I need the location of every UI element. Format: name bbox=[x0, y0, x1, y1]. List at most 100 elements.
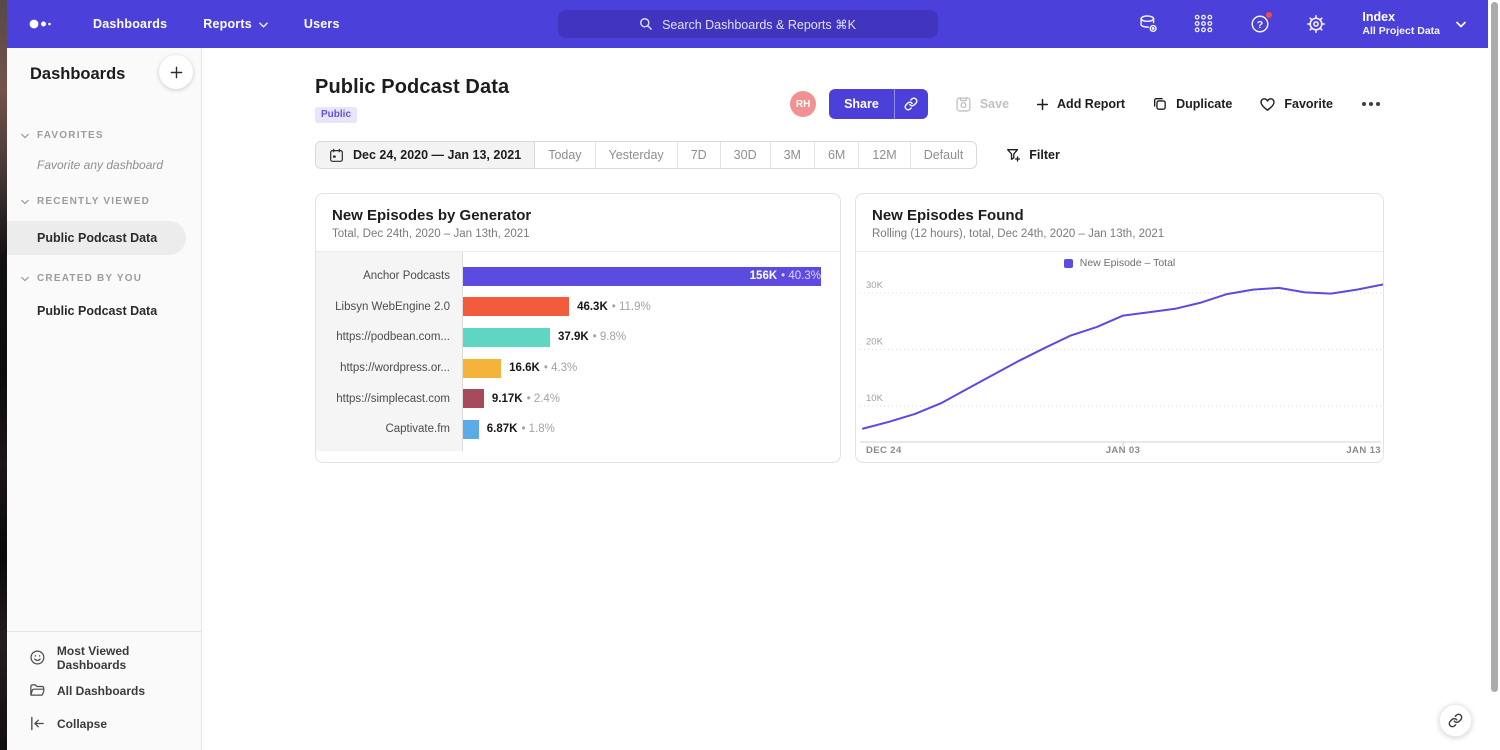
sidebar-footer: Most Viewed Dashboards All Dashboards Co… bbox=[7, 631, 201, 750]
date-range-picker[interactable]: Dec 24, 2020 — Jan 13, 2021 bbox=[316, 142, 535, 168]
bar[interactable] bbox=[463, 328, 550, 347]
nav-item-reports[interactable]: Reports bbox=[203, 17, 268, 31]
save-button[interactable]: Save bbox=[955, 96, 1009, 113]
date-preset-yesterday[interactable]: Yesterday bbox=[596, 142, 678, 168]
workspace-switcher[interactable]: Index All Project Data bbox=[1362, 10, 1466, 39]
line-chart[interactable]: 30K20K10KDEC 24JAN 03JAN 13 bbox=[856, 274, 1383, 460]
calendar-icon bbox=[329, 148, 344, 163]
bar-value-label: 16.6K• 4.3% bbox=[509, 362, 577, 374]
nav-right-cluster: ? Index All Project Data bbox=[1138, 10, 1466, 39]
sidebar-item-public-podcast-data[interactable]: Public Podcast Data bbox=[7, 221, 186, 255]
line-chart-svg[interactable]: 30K20K10KDEC 24JAN 03JAN 13 bbox=[856, 274, 1384, 460]
apps-grid-icon[interactable] bbox=[1194, 14, 1214, 34]
chevron-down-icon bbox=[259, 22, 268, 28]
share-link-button[interactable] bbox=[894, 89, 928, 119]
bar-value-label: 37.9K• 9.8% bbox=[558, 331, 626, 343]
svg-text:30K: 30K bbox=[866, 280, 884, 291]
bar-row: Libsyn WebEngine 2.046.3K• 11.9% bbox=[316, 292, 840, 323]
bar[interactable] bbox=[463, 297, 569, 316]
search-input[interactable]: Search Dashboards & Reports ⌘K bbox=[558, 10, 938, 38]
duplicate-button[interactable]: Duplicate bbox=[1152, 96, 1232, 112]
bar-value-label: 6.87K• 1.8% bbox=[487, 423, 555, 435]
svg-text:DEC 24: DEC 24 bbox=[866, 445, 902, 456]
nav-item-dashboards[interactable]: Dashboards bbox=[93, 17, 167, 31]
share-button-group: Share bbox=[829, 89, 928, 119]
sidebar: Dashboards FAVORITES Favorite any dashbo… bbox=[7, 48, 202, 750]
bar-category-label: https://podbean.com... bbox=[316, 331, 463, 343]
bar-zone: 156K• 40.3% bbox=[463, 267, 840, 286]
card-title: New Episodes by Generator bbox=[332, 207, 824, 224]
add-report-button[interactable]: Add Report bbox=[1036, 97, 1125, 111]
date-preset-12m[interactable]: 12M bbox=[859, 142, 910, 168]
chart-legend: New Episode – Total bbox=[856, 252, 1383, 274]
svg-text:JAN 03: JAN 03 bbox=[1106, 445, 1141, 456]
card-new-episodes-found: New Episodes Found Rolling (12 hours), t… bbox=[855, 193, 1384, 463]
page-actions: RH Share Save Add Report Duplicate bbox=[790, 89, 1382, 119]
search-icon bbox=[639, 17, 653, 31]
app-logo-icon[interactable] bbox=[29, 18, 55, 30]
bar-zone: 6.87K• 1.8% bbox=[463, 420, 840, 439]
settings-icon[interactable] bbox=[1306, 14, 1326, 34]
most-viewed-dashboards-button[interactable]: Most Viewed Dashboards bbox=[7, 641, 201, 674]
nav-item-label: Dashboards bbox=[93, 17, 167, 31]
plus-icon bbox=[1036, 98, 1049, 111]
date-preset-7d[interactable]: 7D bbox=[678, 142, 721, 168]
all-dashboards-button[interactable]: All Dashboards bbox=[7, 674, 201, 707]
notification-dot bbox=[1265, 11, 1273, 19]
bar-row: Captivate.fm 6.87K• 1.8% bbox=[316, 414, 840, 445]
favorite-button[interactable]: Favorite bbox=[1259, 96, 1333, 112]
link-icon bbox=[904, 97, 918, 111]
section-header-favorites[interactable]: FAVORITES bbox=[7, 130, 201, 141]
date-bar: Dec 24, 2020 — Jan 13, 2021 TodayYesterd… bbox=[315, 141, 1488, 169]
public-badge: Public bbox=[315, 107, 357, 123]
nav-item-users[interactable]: Users bbox=[304, 17, 340, 31]
bar-chart[interactable]: Anchor Podcasts156K• 40.3%Libsyn WebEngi… bbox=[316, 252, 840, 463]
share-button[interactable]: Share bbox=[829, 89, 894, 119]
chevron-down-icon bbox=[21, 133, 29, 139]
more-options-button[interactable] bbox=[1360, 98, 1382, 110]
bar-value-label: 156K• 40.3% bbox=[750, 270, 821, 282]
avatar[interactable]: RH bbox=[790, 91, 816, 117]
date-range-group: Dec 24, 2020 — Jan 13, 2021 TodayYesterd… bbox=[315, 141, 977, 169]
date-preset-today[interactable]: Today bbox=[535, 142, 595, 168]
date-preset-30d[interactable]: 30D bbox=[721, 142, 771, 168]
filter-button[interactable]: Filter bbox=[1006, 148, 1060, 163]
date-preset-3m[interactable]: 3M bbox=[771, 142, 815, 168]
section-header-created-by-you[interactable]: CREATED BY YOU bbox=[7, 273, 201, 284]
chevron-down-icon bbox=[1456, 21, 1466, 28]
workspace-name: Index bbox=[1362, 10, 1440, 26]
data-sources-icon[interactable] bbox=[1138, 14, 1158, 34]
bar[interactable] bbox=[463, 389, 484, 408]
date-preset-6m[interactable]: 6M bbox=[815, 142, 859, 168]
bar-value-label: 9.17K• 2.4% bbox=[492, 393, 560, 405]
sidebar-item-public-podcast-data-created[interactable]: Public Podcast Data bbox=[7, 300, 201, 322]
desktop-edge-strip bbox=[0, 0, 7, 750]
bar-category-label: Libsyn WebEngine 2.0 bbox=[316, 301, 463, 313]
bar[interactable] bbox=[463, 359, 501, 378]
date-preset-default[interactable]: Default bbox=[911, 142, 977, 168]
card-subtitle: Total, Dec 24th, 2020 – Jan 13th, 2021 bbox=[332, 228, 824, 240]
date-presets: TodayYesterday7D30D3M6M12MDefault bbox=[535, 142, 976, 168]
bar-zone: 46.3K• 11.9% bbox=[463, 297, 840, 316]
help-icon[interactable]: ? bbox=[1250, 14, 1270, 34]
bar[interactable] bbox=[463, 420, 479, 439]
nav-items: Dashboards Reports Users bbox=[93, 17, 340, 31]
chevron-down-icon bbox=[21, 199, 29, 205]
legend-label: New Episode – Total bbox=[1080, 257, 1176, 269]
main-content: Public Podcast Data Public RH Share Save… bbox=[202, 48, 1488, 750]
svg-text:10K: 10K bbox=[866, 393, 884, 404]
scrollbar-thumb[interactable] bbox=[1491, 2, 1498, 692]
bar-category-label: Captivate.fm bbox=[316, 423, 463, 435]
collapse-sidebar-button[interactable]: Collapse bbox=[7, 707, 201, 740]
bar-row: Anchor Podcasts156K• 40.3% bbox=[316, 261, 840, 292]
smiley-icon bbox=[29, 649, 46, 666]
funnel-icon bbox=[1006, 148, 1021, 163]
card-title: New Episodes Found bbox=[872, 207, 1367, 224]
favorites-empty-note: Favorite any dashboard bbox=[37, 158, 201, 172]
floating-link-button[interactable] bbox=[1439, 704, 1472, 737]
section-header-recently-viewed[interactable]: RECENTLY VIEWED bbox=[7, 196, 201, 207]
bar-row: https://wordpress.or...16.6K• 4.3% bbox=[316, 353, 840, 384]
card-subtitle: Rolling (12 hours), total, Dec 24th, 202… bbox=[872, 228, 1367, 240]
add-dashboard-button[interactable] bbox=[159, 55, 193, 89]
nav-item-label: Users bbox=[304, 17, 340, 31]
